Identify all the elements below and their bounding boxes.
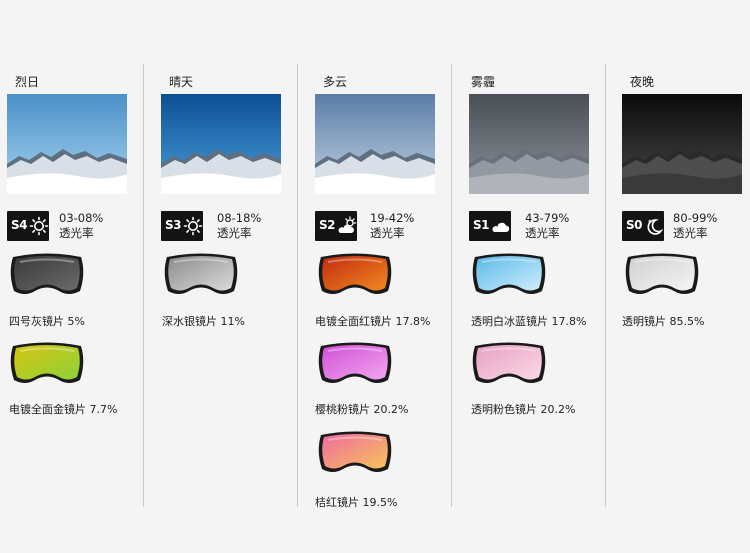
transmittance-range: 80-99% [673, 211, 718, 225]
goggle-icon [315, 340, 395, 390]
goggle-icon [622, 251, 702, 301]
transmittance-label: 透光率 [370, 226, 405, 240]
category-code: S2 [319, 218, 336, 232]
column-divider [297, 64, 298, 507]
goggle-icon [315, 251, 395, 301]
mountain-scene-image [7, 94, 127, 194]
mountain-scene-image [622, 94, 742, 194]
transmittance-info: 03-08% 透光率 [59, 211, 103, 241]
mountain-scene-image [315, 94, 435, 194]
category-badge: S1 [469, 211, 511, 241]
transmittance-range: 08-18% [217, 211, 262, 225]
partly-cloudy-icon [338, 216, 357, 233]
sun-icon [29, 216, 49, 236]
condition-column-cloudy: 多云 S2 19-42% 透光率 电镀全面红镜片 17.8% 樱桃粉镜片 20.… [315, 0, 445, 553]
condition-column-night: 夜晚 S0 80-99% 透光率 透明镜片 85.5% [622, 0, 747, 553]
mountain-scene-image [161, 94, 281, 194]
transmittance-info: 19-42% 透光率 [370, 211, 414, 241]
condition-title: 烈日 [15, 75, 40, 89]
goggle-icon [161, 251, 241, 301]
goggle-icon [469, 340, 549, 390]
condition-column-haze: 雾霾 S1 43-79% 透光率 透明白冰蓝镜片 17.8% 透明粉色镜片 20… [469, 0, 599, 553]
transmittance-info: 43-79% 透光率 [525, 211, 569, 241]
column-divider [451, 64, 452, 507]
condition-column-sunny: 晴天 S3 08-18% 透光率 深水银镜片 11% [161, 0, 291, 553]
lens-label: 深水银镜片 11% [162, 315, 245, 328]
category-code: S0 [626, 218, 643, 232]
lens-label: 樱桃粉镜片 20.2% [315, 403, 409, 416]
goggle-icon [315, 429, 395, 479]
category-code: S1 [473, 218, 490, 232]
category-badge: S4 [7, 211, 49, 241]
transmittance-range: 19-42% [370, 211, 415, 225]
category-badge: S2 [315, 211, 357, 241]
transmittance-info: 08-18% 透光率 [217, 211, 261, 241]
goggle-icon [7, 340, 87, 390]
lens-label: 透明粉色镜片 20.2% [471, 403, 576, 416]
transmittance-label: 透光率 [59, 226, 94, 240]
condition-column-sunny-strong: 烈日 S4 03-08% 透光率 四号灰镜片 5% 电镀全面金镜片 7.7% [7, 0, 137, 553]
sun-icon [183, 216, 203, 236]
category-code: S3 [165, 218, 182, 232]
moon-star-icon [647, 219, 664, 235]
condition-title: 雾霾 [471, 75, 496, 89]
condition-title: 晴天 [169, 75, 194, 89]
column-divider [605, 64, 606, 507]
lens-label: 透明镜片 85.5% [622, 315, 705, 328]
category-badge: S0 [622, 211, 664, 241]
lens-label: 桔红镜片 19.5% [315, 496, 398, 509]
transmittance-label: 透光率 [217, 226, 252, 240]
category-badge: S3 [161, 211, 203, 241]
cloud-icon [492, 222, 510, 232]
goggle-icon [469, 251, 549, 301]
column-divider [143, 64, 144, 507]
lens-label: 电镀全面金镜片 7.7% [9, 403, 118, 416]
transmittance-info: 80-99% 透光率 [673, 211, 717, 241]
condition-title: 夜晚 [630, 75, 655, 89]
condition-title: 多云 [323, 75, 348, 89]
category-code: S4 [11, 218, 28, 232]
lens-label: 四号灰镜片 5% [9, 315, 85, 328]
transmittance-range: 43-79% [525, 211, 570, 225]
goggle-icon [7, 251, 87, 301]
transmittance-label: 透光率 [525, 226, 560, 240]
lens-label: 电镀全面红镜片 17.8% [315, 315, 431, 328]
transmittance-label: 透光率 [673, 226, 708, 240]
mountain-scene-image [469, 94, 589, 194]
lens-chart: 烈日 S4 03-08% 透光率 四号灰镜片 5% 电镀全面金镜片 7.7% 晴 [0, 0, 750, 553]
transmittance-range: 03-08% [59, 211, 104, 225]
lens-label: 透明白冰蓝镜片 17.8% [471, 315, 587, 328]
